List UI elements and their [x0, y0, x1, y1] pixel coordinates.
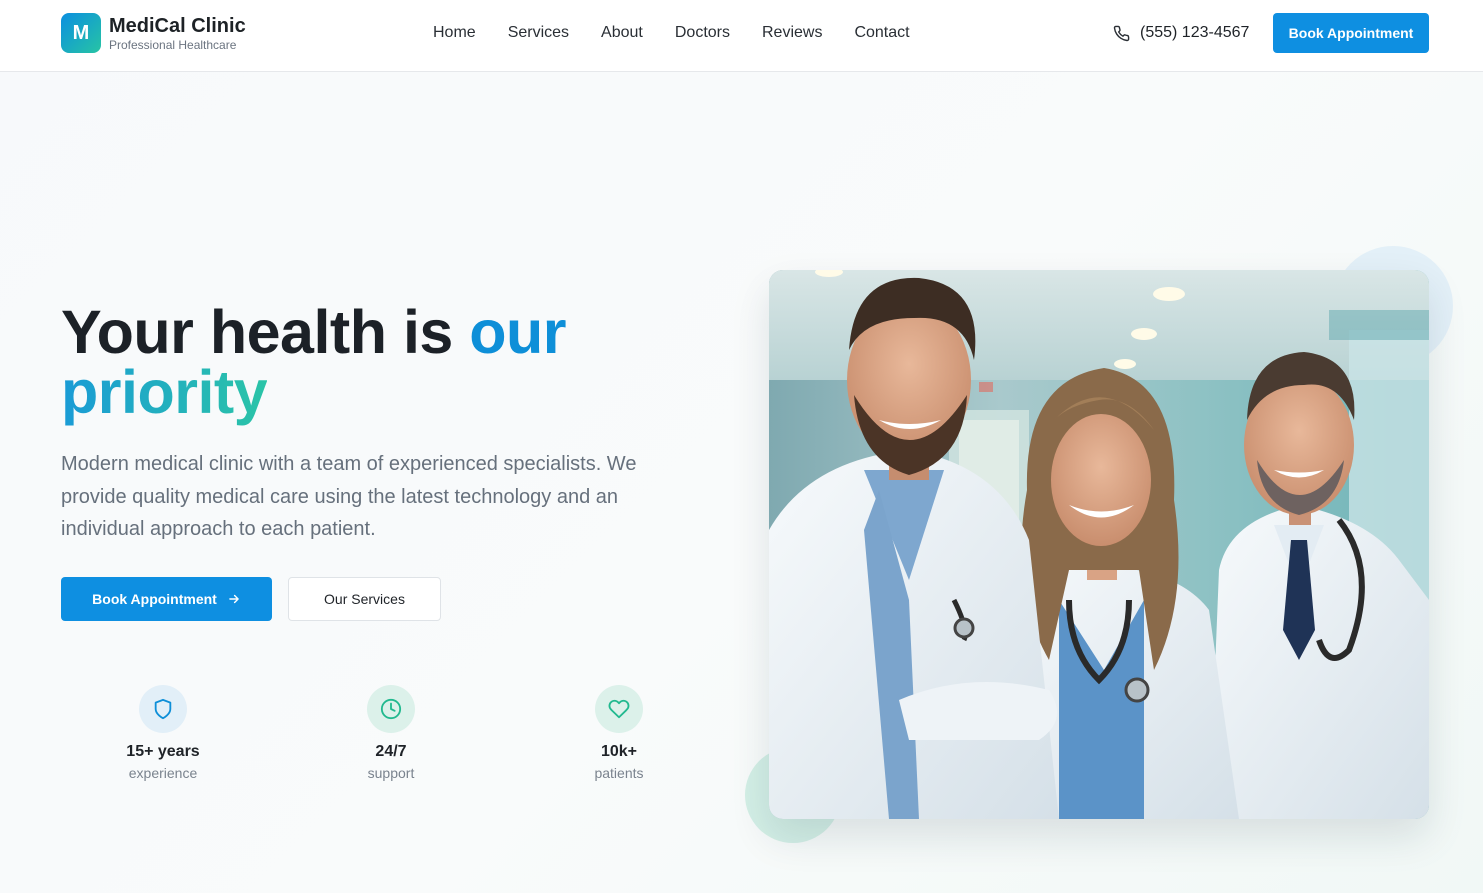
stat-value: 15+ years [126, 743, 200, 760]
stat-support: 24/7 support [321, 685, 461, 781]
doctors-photo-illustration [769, 270, 1429, 819]
hero-title: Your health is our priority [61, 302, 701, 423]
arrow-right-icon [229, 594, 239, 604]
nav-item-home[interactable]: Home [433, 23, 476, 43]
stat-value: 10k+ [600, 743, 638, 760]
header-book-appointment-button[interactable]: Book Appointment [1273, 13, 1429, 53]
phone-link[interactable]: (555) 123-4567 [1113, 23, 1249, 43]
stat-icon-wrap [139, 685, 187, 733]
nav-item-reviews[interactable]: Reviews [762, 23, 822, 43]
brand-logo[interactable]: M MediCal Clinic Professional Healthcare [61, 13, 246, 53]
site-header: M MediCal Clinic Professional Healthcare… [0, 0, 1483, 72]
shield-icon [154, 698, 172, 720]
main-nav: Home Services About Doctors Reviews Cont… [433, 23, 910, 43]
stat-experience: 15+ years experience [93, 685, 233, 781]
stat-label: experience [128, 765, 198, 781]
phone-number: (555) 123-4567 [1140, 24, 1250, 41]
brand-name: MediCal Clinic [109, 14, 246, 37]
logo-mark-icon: M [61, 13, 101, 53]
our-services-button[interactable]: Our Services [288, 577, 441, 621]
hero-description: Modern medical clinic with a team of exp… [61, 453, 637, 540]
stat-label: support [367, 765, 415, 781]
heart-icon [608, 699, 630, 719]
nav-item-services[interactable]: Services [508, 23, 569, 43]
brand-tagline: Professional Healthcare [109, 37, 237, 52]
stat-label: patients [594, 765, 644, 781]
stat-icon-wrap [595, 685, 643, 733]
stat-icon-wrap [367, 685, 415, 733]
hero-book-appointment-button[interactable]: Book Appointment [61, 577, 272, 621]
brand-text: MediCal Clinic Professional Healthcare [109, 14, 246, 53]
hero-title-part1: Your health is [61, 298, 470, 366]
nav-item-about[interactable]: About [601, 23, 643, 43]
phone-icon [1113, 25, 1130, 41]
stat-patients: 10k+ patients [549, 685, 689, 781]
clock-icon [380, 698, 402, 720]
nav-item-contact[interactable]: Contact [854, 23, 909, 43]
stat-value: 24/7 [375, 743, 407, 760]
doctors-photo [769, 270, 1429, 819]
hero-book-appointment-label: Book Appointment [92, 591, 217, 607]
hero-title-accent2: priority [61, 358, 268, 426]
hero-title-accent: our [469, 298, 567, 366]
nav-item-doctors[interactable]: Doctors [675, 23, 730, 43]
